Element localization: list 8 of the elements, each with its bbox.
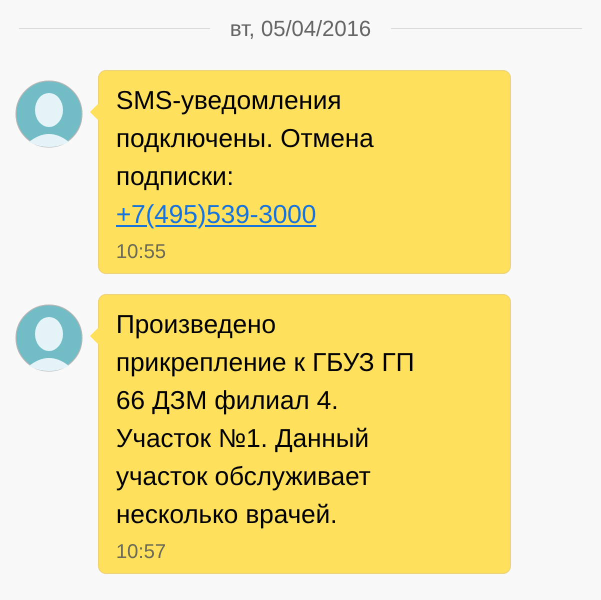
message-time: 10:55 xyxy=(116,240,166,265)
message-text: SMS-уведомления подключены. Отмена подписки: xyxy=(116,84,375,193)
avatar-icon xyxy=(15,80,83,148)
date-divider: вт, 05/04/2016 xyxy=(230,14,372,42)
avatar-icon xyxy=(15,304,83,372)
message-time: 10:57 xyxy=(116,540,166,565)
phone-link[interactable]: +7(495)539-3000 xyxy=(116,195,316,233)
message-text: Произведено прикрепление к ГБУЗ ГП 66 ДЗМ филиал 4. Участок №1. Данный участок обслуживает несколько врачей. xyxy=(116,308,416,531)
